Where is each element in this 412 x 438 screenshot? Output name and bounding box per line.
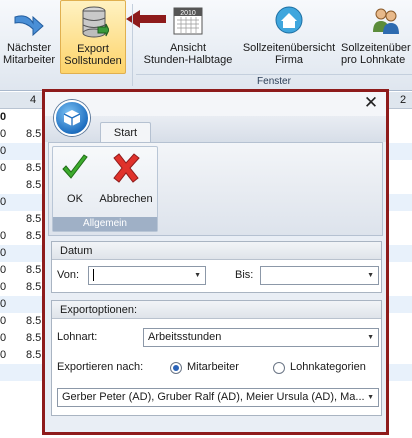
grid-cell-value: 8.5	[26, 128, 42, 140]
sollzeitenuebersicht-firma-label: Sollzeitenübersicht Firma	[242, 42, 336, 66]
database-export-icon	[82, 6, 109, 38]
chevron-down-icon[interactable]: ▼	[194, 267, 201, 284]
radio-lohnkategorien[interactable]	[273, 362, 285, 374]
grid-header-cell: 2	[400, 94, 407, 106]
export-dialog: ✕ Start OK Abbrechen Allgemein Datum Von…	[42, 89, 389, 435]
ribbon-group-label-allgemein: Allgemein	[53, 217, 157, 231]
exportoptionen-section: Exportoptionen: Lohnart: Arbeitsstunden …	[51, 300, 382, 416]
grid-row-label: 0	[0, 128, 7, 140]
next-employee-label: Nächster Mitarbeiter	[3, 42, 55, 66]
grid-cell-value: 8.5	[26, 213, 42, 225]
grid-row-label: 0	[0, 111, 7, 123]
checkmark-icon	[62, 154, 88, 179]
grid-row-label: 0	[0, 298, 7, 310]
cube-icon	[63, 110, 81, 126]
background-ribbon: Nächster Mitarbeiter Export Sollstunden …	[0, 0, 412, 91]
mitarbeiter-select[interactable]: Gerber Peter (AD), Gruber Ralf (AD), Mei…	[57, 388, 379, 407]
von-date-field[interactable]: ▼	[88, 266, 206, 285]
grid-row-label: 0	[0, 196, 7, 208]
grid-cell-value: 8.5	[26, 332, 42, 344]
ribbon-group-label-fenster: Fenster	[136, 74, 412, 88]
chevron-down-icon[interactable]: ▼	[367, 267, 374, 284]
grid-row-label: 0	[0, 281, 7, 293]
grid-row-label: 0	[0, 247, 7, 259]
bis-date-field[interactable]: ▼	[260, 266, 379, 285]
exportieren-nach-label: Exportieren nach:	[57, 361, 144, 373]
ansicht-stunden-halbtage-label: Ansicht Stunden-Halbtage	[143, 42, 233, 66]
radio-mitarbeiter[interactable]	[170, 362, 182, 374]
sollzeitenuebersicht-lohnkategorien-button[interactable]: Sollzeitenüber pro Lohnkate	[338, 0, 412, 74]
text-cursor	[93, 269, 94, 282]
mitarbeiter-value: Gerber Peter (AD), Gruber Ralf (AD), Mei…	[62, 391, 365, 403]
chevron-down-icon[interactable]: ▼	[367, 389, 374, 406]
close-button[interactable]: ✕	[362, 94, 380, 112]
svg-text:2010: 2010	[180, 10, 196, 17]
ribbon-separator	[132, 4, 133, 86]
grid-cell-value: 8.5	[26, 162, 42, 174]
grid-cell-value: 8.5	[26, 315, 42, 327]
cancel-button[interactable]: Abbrechen	[95, 149, 157, 215]
datum-section: Datum Von: ▼ Bis: ▼	[51, 241, 382, 293]
ribbon-group-allgemein: OK Abbrechen Allgemein	[52, 146, 158, 232]
lohnart-label: Lohnart:	[57, 331, 98, 343]
grid-cell-value: 8.5	[26, 281, 42, 293]
ok-label: OK	[67, 193, 83, 205]
export-sollstunden-button[interactable]: Export Sollstunden	[60, 0, 126, 74]
sollzeitenuebersicht-lohnkategorien-label: Sollzeitenüber pro Lohnkate	[341, 42, 411, 66]
grid-row-label: 0	[0, 349, 7, 361]
chevron-down-icon[interactable]: ▼	[367, 329, 374, 346]
cross-icon	[113, 153, 140, 183]
grid-row-label: 0	[0, 332, 7, 344]
radio-lohnkategorien-label[interactable]: Lohnkategorien	[290, 358, 366, 377]
ok-button[interactable]: OK	[55, 149, 95, 215]
dialog-tabstrip: Start	[45, 116, 386, 143]
arrow-right-icon	[14, 15, 44, 37]
lohnart-select[interactable]: Arbeitsstunden ▼	[143, 328, 379, 347]
export-sollstunden-label: Export Sollstunden	[64, 43, 122, 67]
grid-row-label: 0	[0, 230, 7, 242]
grid-cell-value: 8.5	[26, 264, 42, 276]
grid-cell-value: 8.5	[26, 230, 42, 242]
application-menu-button[interactable]	[54, 100, 90, 136]
calendar-icon: 2010	[173, 7, 203, 35]
dialog-ribbon: OK Abbrechen Allgemein	[48, 142, 383, 236]
grid-row-label: 0	[0, 264, 7, 276]
bis-label: Bis:	[235, 269, 254, 281]
grid-row-label: 0	[0, 315, 7, 327]
tab-start[interactable]: Start	[100, 122, 151, 143]
grid-cell-value: 8.5	[26, 349, 42, 361]
lohnart-value: Arbeitsstunden	[148, 331, 222, 343]
grid-header-cell: 4	[30, 94, 37, 106]
datum-section-header: Datum	[52, 242, 381, 260]
dialog-titlebar: ✕	[45, 92, 386, 116]
von-label: Von:	[57, 269, 80, 281]
exportoptionen-section-header: Exportoptionen:	[52, 301, 381, 319]
cancel-label: Abbrechen	[99, 193, 153, 205]
sollzeitenuebersicht-firma-button[interactable]: Sollzeitenübersicht Firma	[240, 0, 338, 74]
people-icon	[373, 8, 399, 34]
radio-mitarbeiter-label[interactable]: Mitarbeiter	[187, 358, 239, 377]
grid-row-label: 0	[0, 145, 7, 157]
grid-row-label: 0	[0, 162, 7, 174]
ansicht-stunden-halbtage-button[interactable]: 2010 Ansicht Stunden-Halbtage	[136, 0, 240, 74]
next-employee-button[interactable]: Nächster Mitarbeiter	[0, 0, 58, 74]
house-icon	[275, 6, 303, 34]
grid-cell-value: 8.5	[26, 179, 42, 191]
